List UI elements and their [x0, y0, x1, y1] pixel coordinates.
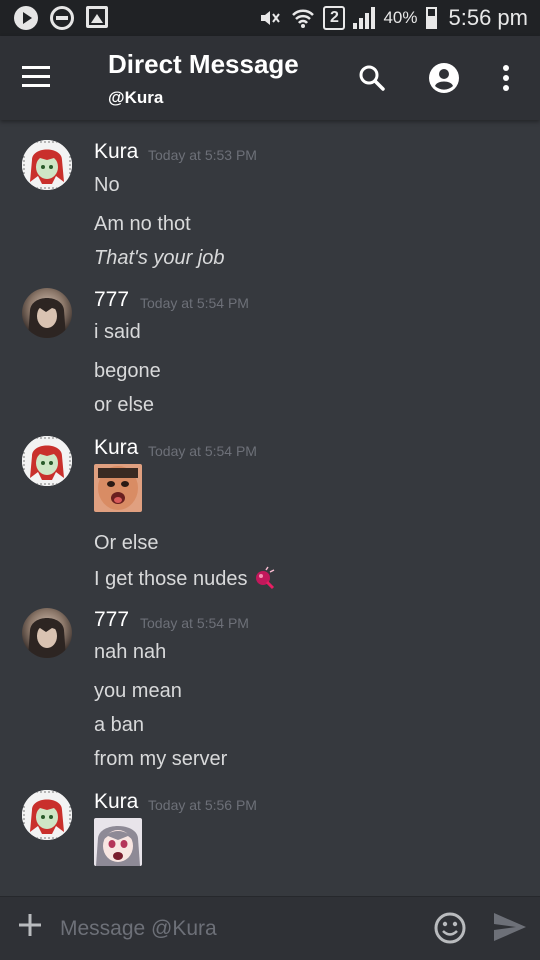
message-text: from my server — [94, 748, 228, 770]
message-list[interactable]: Kura Today at 5:53 PM No Am no thot That… — [0, 120, 540, 896]
mute-icon — [261, 11, 281, 25]
message-text: i said — [94, 321, 141, 343]
message-text: No — [94, 174, 120, 196]
message-text: you mean — [94, 680, 182, 702]
avatar-kura[interactable] — [22, 140, 72, 190]
message-timestamp: Today at 5:54 PM — [140, 615, 249, 631]
message-timestamp: Today at 5:53 PM — [148, 147, 257, 163]
message-composer — [0, 896, 540, 960]
avatar-777[interactable] — [22, 288, 72, 338]
message-timestamp: Today at 5:56 PM — [148, 797, 257, 813]
menu-icon[interactable] — [22, 66, 50, 88]
send-icon[interactable] — [492, 911, 528, 943]
signal-icon — [353, 7, 376, 29]
message-text: Am no thot — [94, 213, 191, 235]
peach-emoji-icon — [256, 566, 275, 590]
message-input[interactable] — [60, 915, 410, 943]
author-name[interactable]: 777 — [94, 288, 129, 312]
clock: 5:56 pm — [448, 5, 529, 30]
custom-emoji-anime[interactable] — [94, 818, 142, 866]
author-name[interactable]: Kura — [94, 436, 138, 460]
message-text: Or else — [94, 532, 159, 554]
author-name[interactable]: Kura — [94, 140, 138, 164]
account-icon[interactable] — [428, 62, 460, 94]
author-name[interactable]: Kura — [94, 790, 138, 814]
message-text: I get those nudes — [94, 566, 277, 591]
sim-slot-badge: 2 — [323, 6, 346, 30]
message-timestamp: Today at 5:54 PM — [140, 295, 249, 311]
do-not-disturb-icon — [50, 6, 74, 30]
battery-percent: 40% — [383, 8, 418, 27]
play-icon — [14, 6, 38, 30]
message-text: begone — [94, 360, 161, 382]
image-icon — [86, 6, 108, 28]
wifi-icon — [292, 9, 315, 28]
more-vert-icon[interactable] — [496, 62, 516, 94]
emoji-picker-icon[interactable] — [433, 911, 467, 945]
message-text: or else — [94, 394, 155, 416]
status-bar: 2 40% 5:56 pm — [0, 0, 540, 36]
page-subtitle: @Kura — [108, 88, 164, 107]
avatar-kura[interactable] — [22, 436, 72, 486]
avatar-kura[interactable] — [22, 790, 72, 840]
message-text: That's your job — [94, 247, 225, 269]
avatar-777[interactable] — [22, 608, 72, 658]
message-text: nah nah — [94, 641, 167, 663]
search-icon[interactable] — [358, 64, 386, 92]
author-name[interactable]: 777 — [94, 608, 129, 632]
message-timestamp: Today at 5:54 PM — [148, 443, 257, 459]
app-bar: Direct Message @Kura — [0, 36, 540, 120]
custom-emoji-face[interactable] — [94, 464, 142, 512]
battery-icon — [425, 7, 437, 29]
message-text-content: I get those nudes — [94, 568, 248, 590]
message-text: a ban — [94, 714, 145, 736]
page-title: Direct Message — [108, 49, 299, 79]
plus-icon[interactable] — [16, 911, 44, 939]
